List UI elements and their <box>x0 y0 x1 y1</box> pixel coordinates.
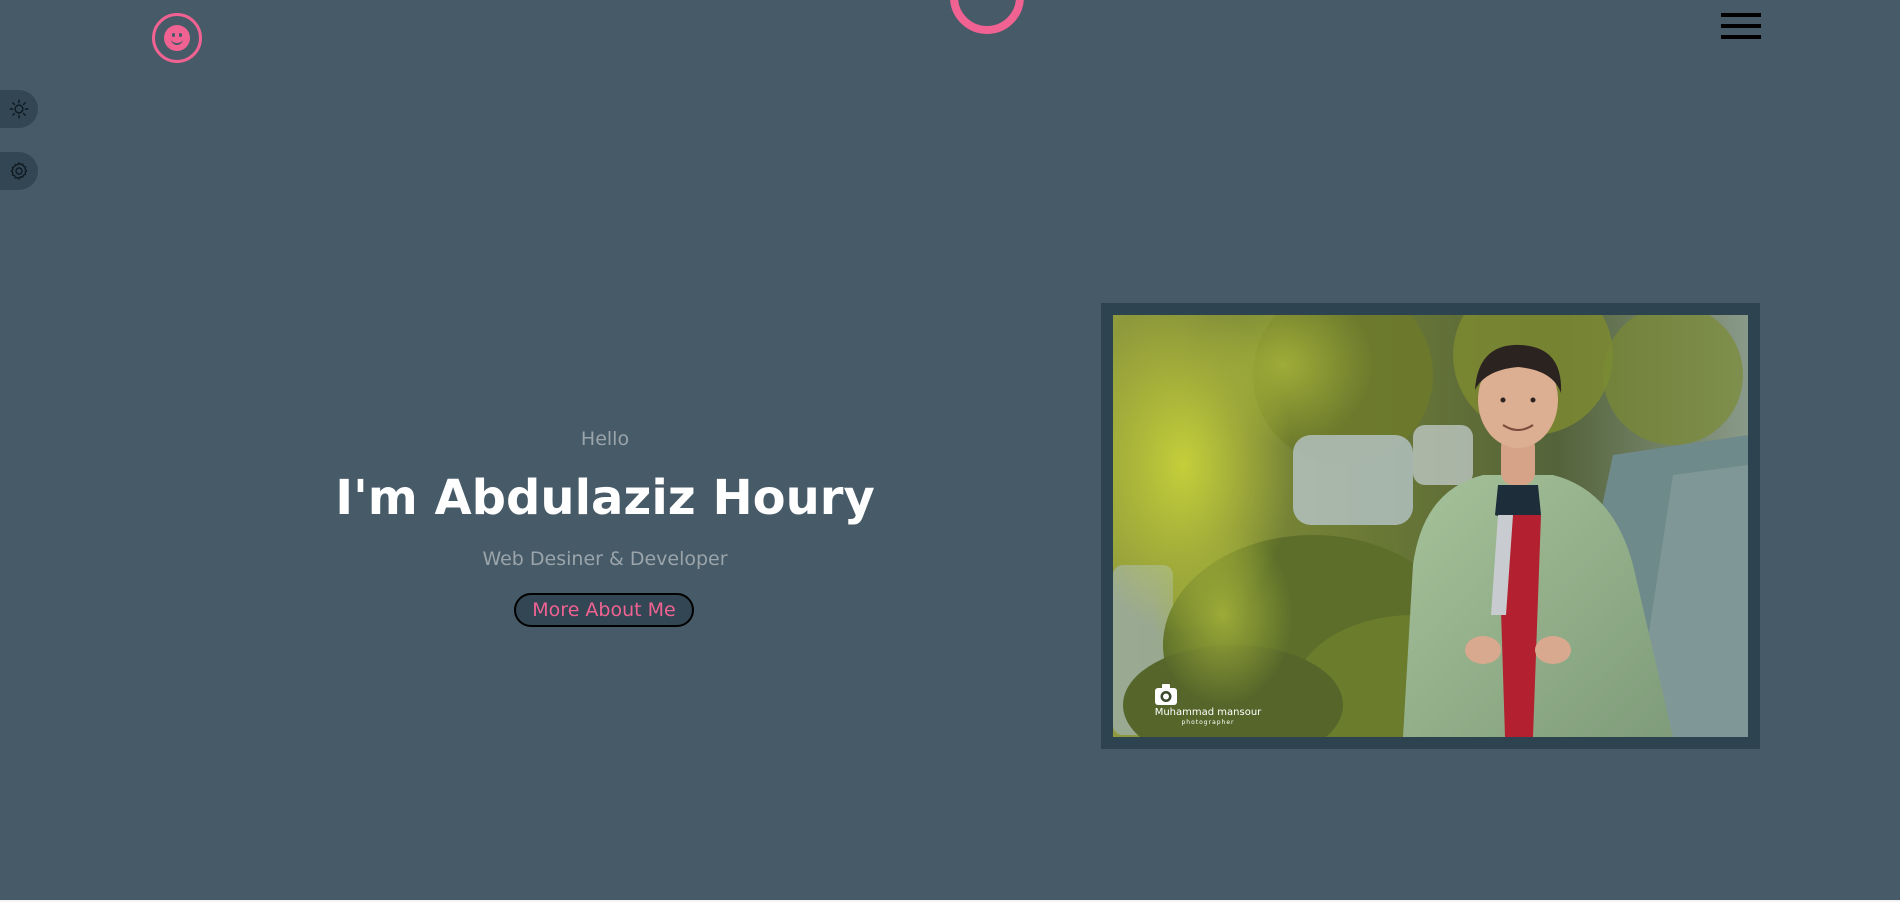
sun-icon <box>9 99 29 119</box>
camera-icon <box>1155 684 1177 705</box>
gear-icon <box>10 162 28 180</box>
hero-subtitle: Web Desiner & Developer <box>482 548 728 570</box>
portrait-photo: Muhammad mansour photographer <box>1113 315 1748 737</box>
hamburger-menu-icon[interactable] <box>1721 12 1761 40</box>
photographer-watermark: Muhammad mansour photographer <box>1153 683 1263 727</box>
more-about-me-button[interactable]: More About Me <box>514 593 694 627</box>
watermark-role: photographer <box>1181 719 1235 726</box>
smiley-face-icon <box>164 25 190 51</box>
ring-loader-icon <box>950 0 1024 34</box>
portrait-frame: Muhammad mansour photographer <box>1101 303 1760 749</box>
greeting-text: Hello <box>580 428 630 450</box>
watermark-name: Muhammad mansour <box>1154 707 1262 718</box>
theme-toggle-button[interactable] <box>0 90 38 128</box>
page: Hello I'm Abdulaziz Houry Web Desiner & … <box>0 0 1900 900</box>
hero-title: I'm Abdulaziz Houry <box>335 470 875 526</box>
logo-button[interactable] <box>152 13 202 63</box>
settings-button[interactable] <box>0 152 38 190</box>
